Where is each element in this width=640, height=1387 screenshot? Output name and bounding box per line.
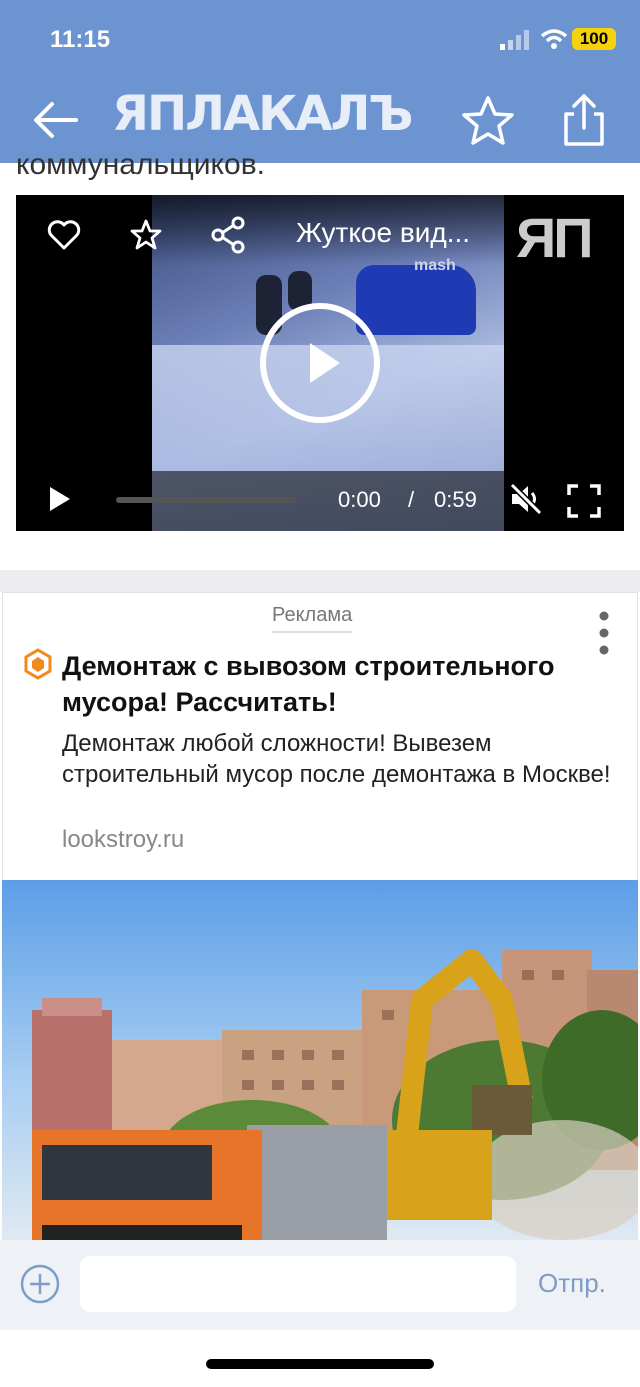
video-title[interactable]: Жуткое вид... (296, 217, 470, 249)
video-duration: 0:59 (434, 487, 477, 512)
battery-indicator: 100 (572, 28, 616, 50)
ad-image[interactable] (2, 880, 638, 1240)
content-divider (0, 570, 640, 592)
video-progress-bar[interactable] (116, 497, 296, 503)
video-time-separator: / (408, 487, 415, 512)
video-brand-logo: ЯП (516, 206, 593, 269)
play-icon[interactable] (48, 485, 72, 513)
fullscreen-icon[interactable] (566, 483, 602, 519)
share-icon[interactable] (208, 215, 248, 255)
heart-icon[interactable] (46, 217, 82, 253)
signal-icon (500, 30, 529, 50)
article-text: коммунальщиков. (16, 148, 265, 181)
status-time: 11:15 (50, 26, 111, 53)
video-current-time: 0:00 (338, 487, 381, 512)
star-icon[interactable] (128, 217, 164, 253)
ad-description: Демонтаж любой сложности! Вывезем строит… (62, 730, 611, 788)
message-input[interactable] (80, 1256, 516, 1312)
wifi-icon (540, 29, 568, 49)
share-button[interactable] (556, 90, 612, 150)
add-attachment-button[interactable] (20, 1264, 60, 1304)
home-indicator (206, 1359, 434, 1369)
ad-label: Реклама (272, 604, 353, 633)
ad-domain-link[interactable]: lookstroy.ru (62, 826, 184, 854)
advertiser-logo (24, 648, 52, 680)
video-frame-car (356, 265, 476, 335)
battery-level: 100 (579, 29, 609, 48)
star-favorite-button[interactable] (458, 92, 518, 152)
ad-image-picture (32, 949, 638, 1240)
ad-title[interactable]: Демонтаж с вывозом строительного мусора!… (62, 648, 622, 720)
back-arrow-button[interactable] (28, 92, 84, 148)
play-icon (310, 343, 340, 383)
video-player[interactable]: Жуткое вид... ЯП mash 0:00 / 0:59 (16, 195, 624, 531)
video-watermark: mash (414, 257, 456, 274)
play-button[interactable] (260, 303, 380, 423)
send-button[interactable]: Отпр. (538, 1268, 606, 1299)
site-logo[interactable]: ЯПЛАКАЛЪ (112, 86, 413, 142)
mute-icon[interactable] (508, 481, 544, 517)
